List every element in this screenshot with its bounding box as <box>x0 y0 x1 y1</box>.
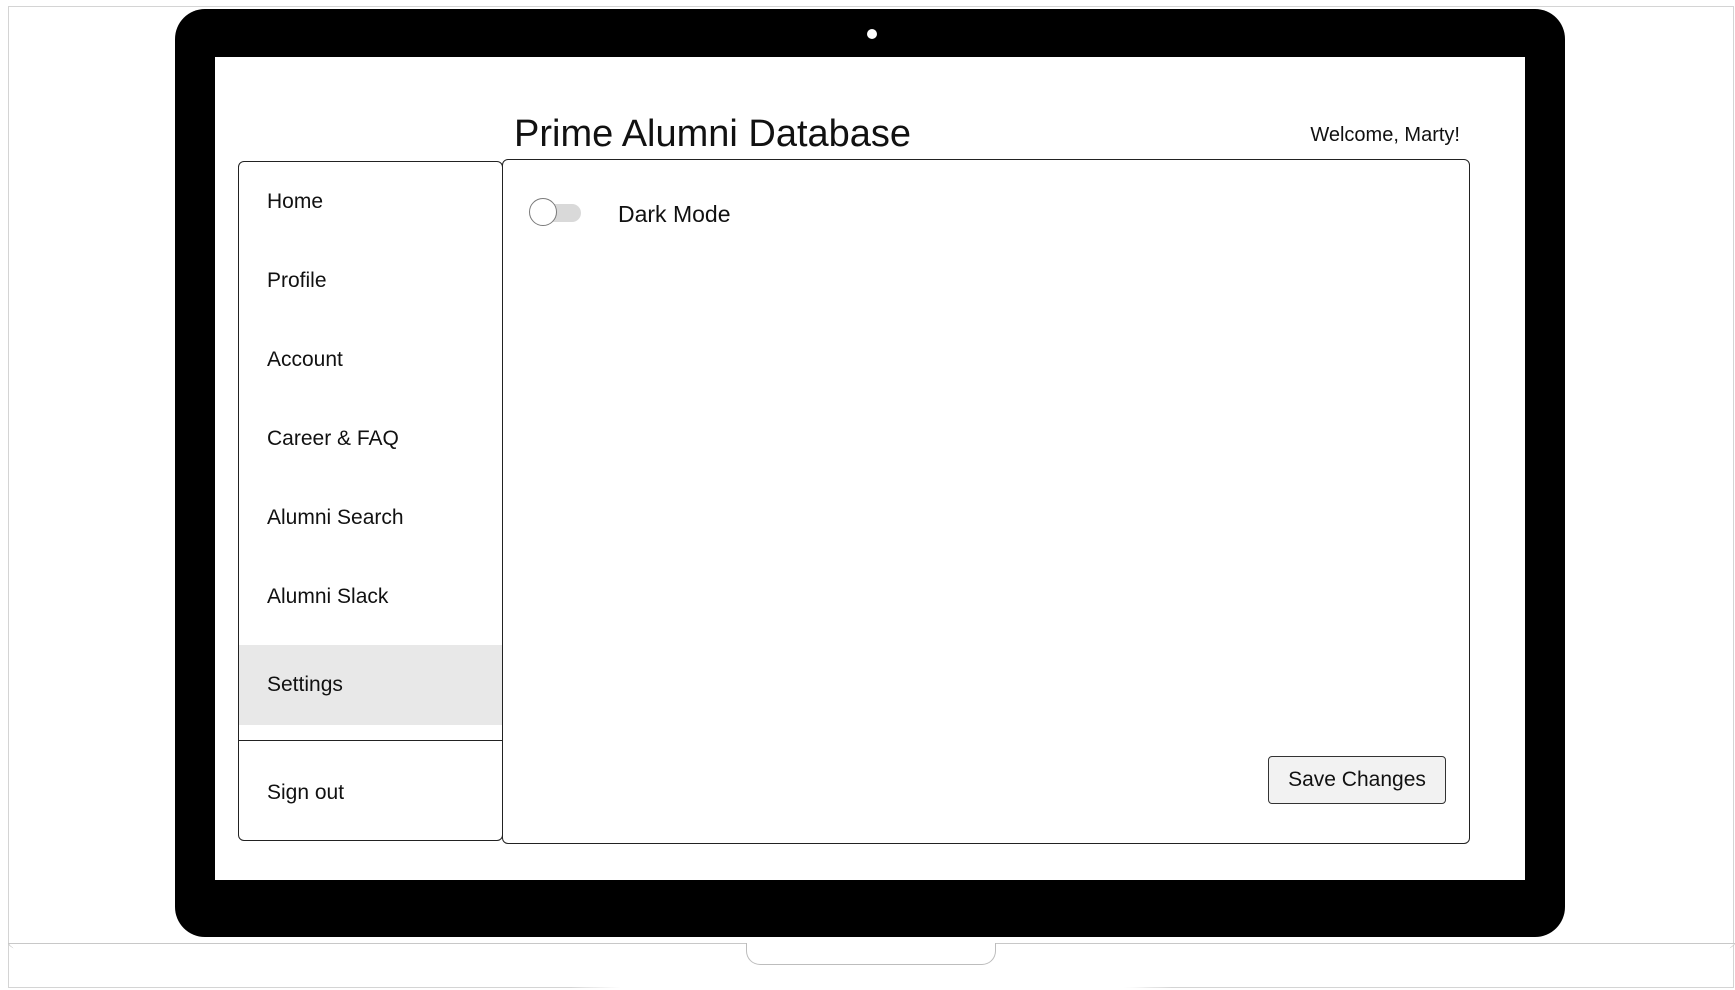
settings-panel: Dark Mode Save Changes <box>502 159 1470 844</box>
dark-mode-label: Dark Mode <box>618 201 731 227</box>
sidebar-item-settings[interactable]: Settings <box>239 645 502 725</box>
toggle-knob <box>529 198 557 226</box>
page-title: Prime Alumni Database <box>514 113 912 155</box>
sign-out-button[interactable]: Sign out <box>239 753 502 833</box>
sidebar-item-career-faq[interactable]: Career & FAQ <box>239 399 502 479</box>
sidebar-item-profile[interactable]: Profile <box>239 241 502 321</box>
sidebar-item-alumni-slack[interactable]: Alumni Slack <box>239 557 502 637</box>
sidebar-item-alumni-search[interactable]: Alumni Search <box>239 478 502 558</box>
welcome-message: Welcome, Marty! <box>1310 124 1460 146</box>
dark-mode-toggle[interactable] <box>529 198 583 228</box>
sidebar: Home Profile Account Career & FAQ Alumni… <box>238 161 503 841</box>
save-changes-button[interactable]: Save Changes <box>1268 756 1446 804</box>
sidebar-item-home[interactable]: Home <box>239 162 502 242</box>
sidebar-divider <box>239 740 502 741</box>
sidebar-item-account[interactable]: Account <box>239 320 502 400</box>
laptop-notch <box>746 943 996 965</box>
camera-icon <box>867 29 877 39</box>
